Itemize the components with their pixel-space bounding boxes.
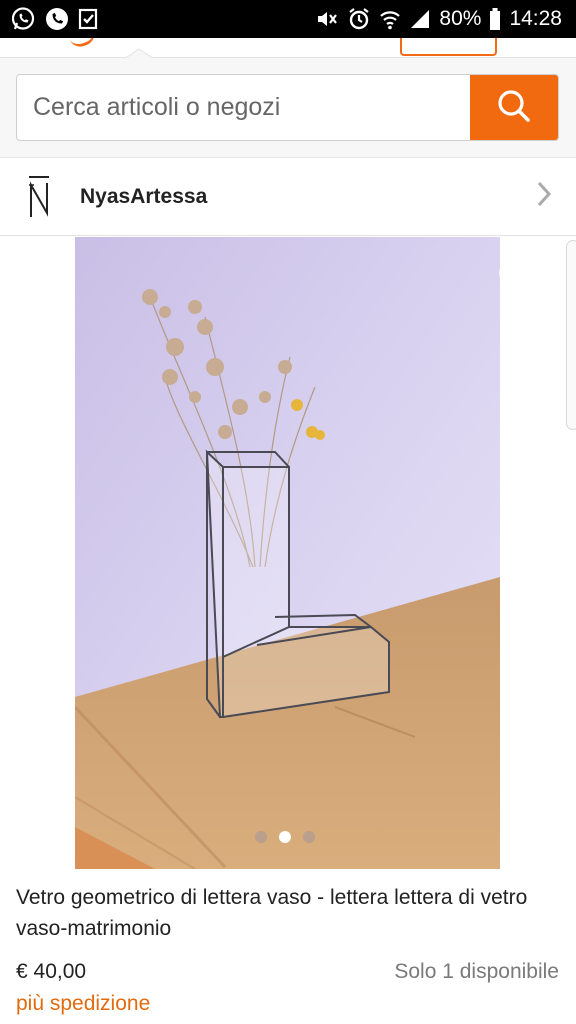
search-icon <box>494 86 534 129</box>
shop-name[interactable]: NyasArtessa <box>80 185 534 209</box>
product-image[interactable] <box>75 237 500 869</box>
app-header <box>0 38 576 58</box>
checkbox-icon <box>78 7 100 31</box>
chevron-right-icon[interactable] <box>534 179 554 214</box>
phone-icon <box>44 6 70 32</box>
shop-logo-icon <box>26 175 52 219</box>
carousel-indicators <box>255 831 315 843</box>
product-price: € 40,00 <box>16 960 87 983</box>
carousel-dot-active[interactable] <box>279 831 291 843</box>
battery-percentage: 80% <box>439 7 482 30</box>
search-box <box>16 74 559 141</box>
wifi-icon <box>379 7 401 31</box>
battery-icon <box>489 7 501 31</box>
next-image-peek[interactable] <box>566 240 576 430</box>
search-input[interactable] <box>17 75 470 140</box>
search-button[interactable] <box>470 75 558 140</box>
status-bar-right: 80% 14:28 <box>315 7 562 31</box>
clock: 14:28 <box>509 7 562 30</box>
status-bar-left <box>10 6 100 32</box>
signal-icon <box>409 8 431 30</box>
mute-icon <box>315 7 339 31</box>
product-title: Vetro geometrico di lettera vaso - lette… <box>16 886 528 940</box>
carousel-dot[interactable] <box>303 831 315 843</box>
status-bar: 80% 14:28 <box>0 0 576 38</box>
search-bar-area <box>0 58 576 158</box>
heart-icon <box>498 259 554 314</box>
shipping-text: più spedizione <box>16 992 151 1015</box>
favorite-button[interactable] <box>498 258 554 310</box>
carousel-dot[interactable] <box>255 831 267 843</box>
shop-row[interactable]: NyasArtessa <box>0 158 576 236</box>
alarm-icon <box>347 7 371 31</box>
whatsapp-icon <box>10 6 36 32</box>
header-button[interactable] <box>400 38 497 56</box>
app-logo[interactable] <box>68 38 98 51</box>
availability-text: Solo 1 disponibile <box>394 960 559 983</box>
